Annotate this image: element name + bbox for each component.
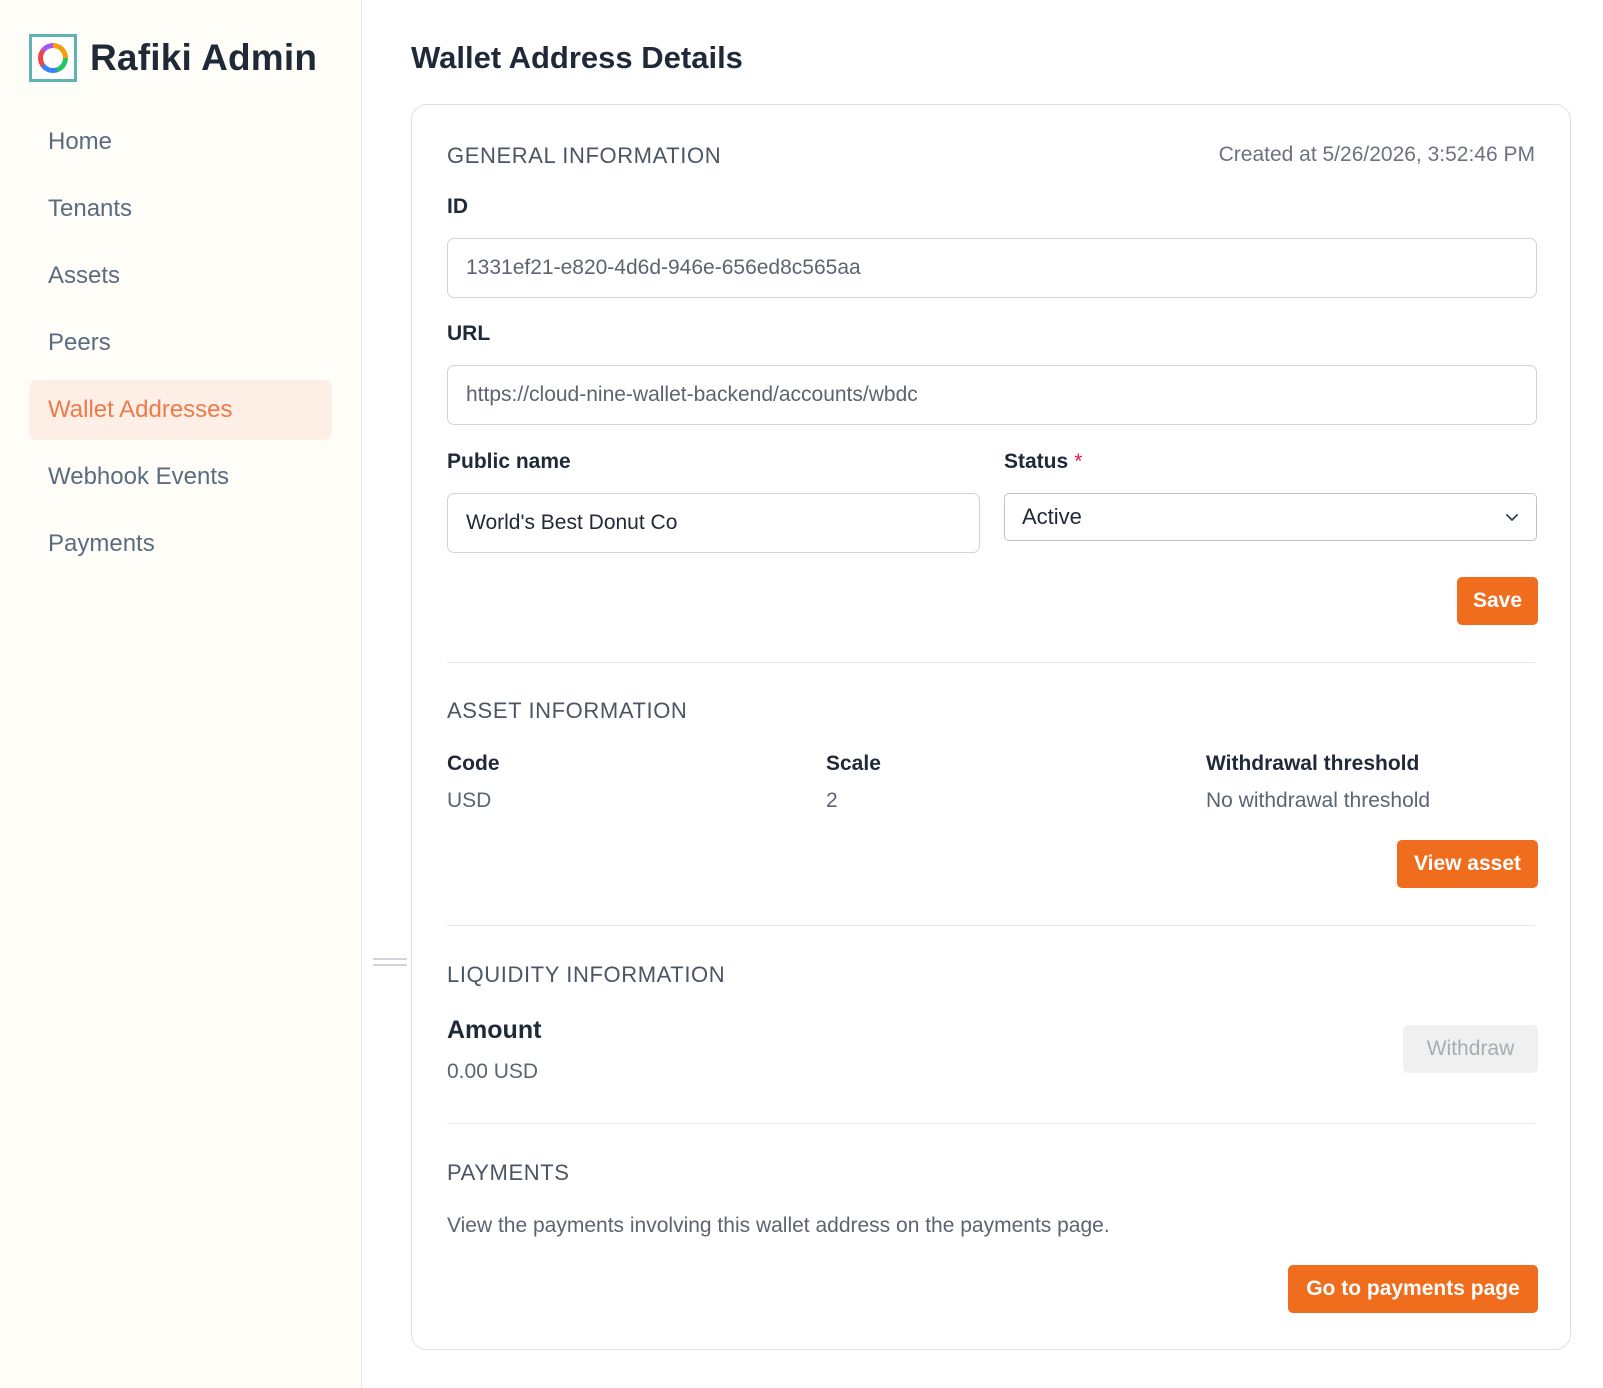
- go-to-payments-button[interactable]: Go to payments page: [1288, 1265, 1538, 1313]
- sidebar-item-peers[interactable]: Peers: [29, 313, 332, 373]
- sidebar-resize-handle[interactable]: [373, 958, 407, 966]
- id-label: ID: [447, 195, 468, 218]
- status-selected-value: Active: [1022, 504, 1082, 529]
- sidebar-item-assets[interactable]: Assets: [29, 246, 332, 306]
- rafiki-logo-icon: [29, 34, 77, 82]
- withdrawal-threshold-label: Withdrawal threshold: [1206, 752, 1420, 775]
- sidebar: Rafiki Admin Home Tenants Assets Peers W…: [0, 0, 362, 1388]
- sidebar-item-home[interactable]: Home: [29, 112, 332, 172]
- url-label: URL: [447, 322, 491, 345]
- scale-value: 2: [826, 789, 838, 812]
- app-title: Rafiki Admin: [90, 37, 318, 78]
- code-value: USD: [447, 789, 492, 812]
- asset-information-heading: ASSET INFORMATION: [447, 698, 688, 723]
- general-information-heading: GENERAL INFORMATION: [447, 143, 722, 168]
- view-asset-button[interactable]: View asset: [1397, 840, 1538, 888]
- payments-heading: PAYMENTS: [447, 1160, 570, 1185]
- save-button[interactable]: Save: [1457, 577, 1538, 625]
- status-select[interactable]: Active: [1004, 493, 1537, 541]
- sidebar-item-payments[interactable]: Payments: [29, 514, 332, 574]
- wallet-details-card: GENERAL INFORMATION Created at 5/26/2026…: [411, 104, 1571, 1350]
- payments-description: View the payments involving this wallet …: [447, 1214, 1110, 1237]
- amount-value: 0.00 USD: [447, 1060, 539, 1083]
- brand[interactable]: Rafiki Admin: [29, 33, 317, 83]
- scale-label: Scale: [826, 752, 881, 775]
- chevron-down-icon: [1506, 514, 1518, 521]
- divider: [447, 925, 1535, 926]
- code-label: Code: [447, 752, 500, 775]
- sidebar-item-tenants[interactable]: Tenants: [29, 179, 332, 239]
- page-title: Wallet Address Details: [411, 40, 743, 75]
- divider: [447, 662, 1535, 663]
- sidebar-item-wallet-addresses[interactable]: Wallet Addresses: [29, 380, 332, 440]
- liquidity-information-heading: LIQUIDITY INFORMATION: [447, 962, 726, 987]
- withdraw-button[interactable]: Withdraw: [1403, 1025, 1538, 1073]
- id-field[interactable]: 1331ef21-e820-4d6d-946e-656ed8c565aa: [447, 238, 1537, 298]
- required-marker: *: [1074, 450, 1083, 473]
- public-name-input[interactable]: World's Best Donut Co: [447, 493, 980, 553]
- sidebar-nav: Home Tenants Assets Peers Wallet Address…: [29, 112, 332, 581]
- public-name-label: Public name: [447, 450, 571, 473]
- status-label: Status *: [1004, 450, 1083, 473]
- sidebar-item-webhook-events[interactable]: Webhook Events: [29, 447, 332, 507]
- created-at-text: Created at 5/26/2026, 3:52:46 PM: [1218, 143, 1535, 166]
- divider: [447, 1123, 1535, 1124]
- url-field[interactable]: https://cloud-nine-wallet-backend/accoun…: [447, 365, 1537, 425]
- amount-label: Amount: [447, 1016, 542, 1044]
- withdrawal-threshold-value: No withdrawal threshold: [1206, 789, 1431, 812]
